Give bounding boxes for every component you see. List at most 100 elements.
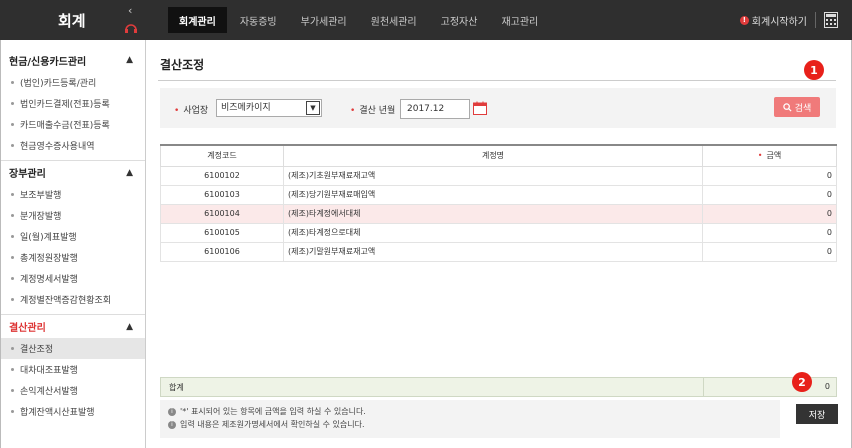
cell-code: 6100103 [160, 184, 284, 205]
period-label: • 결산 년월 [350, 103, 395, 116]
sidebar-item-label: 일(월)계표발행 [20, 233, 77, 243]
start-accounting-link[interactable]: 회계시작하기 [752, 13, 807, 28]
nav-tab-inventory[interactable]: 재고관리 [490, 7, 549, 33]
help-notes: i '*' 표시되어 있는 항목에 금액을 입력 하실 수 있습니다. i 입력 내… [160, 400, 780, 438]
nav-tab-vat[interactable]: 부가세관리 [290, 7, 358, 33]
sidebar-item-label: 계정명세서발행 [20, 275, 78, 285]
sidebar-item[interactable]: 카드매출수금(전표)등록 [1, 114, 145, 135]
cell-amount[interactable]: 0 [702, 203, 837, 224]
cell-code: 6100104 [160, 203, 284, 224]
sidebar-item[interactable]: 합계잔액시산표발행 [1, 401, 145, 422]
table-row[interactable]: 6100105 (제조)타계정으로대체 0 [160, 222, 837, 243]
sidebar-item[interactable]: 분개장발행 [1, 205, 145, 226]
divider [158, 80, 836, 81]
sidebar-item[interactable]: 일(월)계표발행 [1, 226, 145, 247]
headset-icon[interactable] [124, 22, 138, 34]
bullet-icon [11, 214, 14, 217]
bullet-icon [11, 298, 14, 301]
sidebar-item[interactable]: 보조부발행 [1, 184, 145, 205]
sidebar-group-ledger[interactable]: 장부관리 ▲ [1, 160, 145, 184]
info-icon: i [168, 407, 176, 416]
bullet-icon [11, 102, 14, 105]
sidebar-item[interactable]: 계정명세서발행 [1, 268, 145, 289]
column-header-name[interactable]: 계정명 [283, 144, 703, 167]
column-header-amount[interactable]: • 금액 [702, 144, 837, 167]
search-button[interactable]: 검색 [774, 97, 820, 117]
nav-tab-withholding[interactable]: 원천세관리 [360, 7, 428, 33]
sidebar-item-label: (법인)카드등록/관리 [20, 79, 97, 89]
step-badge-1: 1 [804, 60, 824, 80]
required-mark: • [757, 151, 763, 161]
calendar-icon[interactable] [472, 100, 488, 116]
sidebar-item[interactable]: 총계정원장발행 [1, 247, 145, 268]
save-button[interactable]: 저장 [796, 404, 838, 424]
page-title: 결산조정 [160, 58, 205, 72]
sidebar-item-label: 보조부발행 [20, 191, 62, 201]
chevron-up-icon[interactable]: ▲ [126, 322, 133, 332]
sidebar-item-label: 법인카드결제(전표)등록 [20, 100, 110, 110]
sidebar-group-cash-card[interactable]: 현금/신용카드관리 ▲ [1, 48, 145, 72]
cell-name: (제조)타계정으로대체 [283, 222, 703, 243]
business-label-text: 사업장 [183, 106, 209, 116]
table-row[interactable]: 6100103 (제조)당기원부재료매입액 0 [160, 184, 837, 205]
column-header-amount-label: 금액 [766, 151, 782, 161]
main-nav: 회계관리 자동증빙 부가세관리 원천세관리 고정자산 재고관리 [168, 7, 551, 33]
required-mark: • [350, 106, 356, 116]
chevron-down-icon[interactable]: ▼ [306, 101, 320, 115]
table-row[interactable]: 6100106 (제조)기말원부재료재고액 0 [160, 241, 837, 262]
sidebar-item[interactable]: 법인카드결제(전표)등록 [1, 93, 145, 114]
required-mark: • [174, 106, 180, 116]
bullet-icon [11, 144, 14, 147]
search-button-label: 검색 [794, 103, 812, 114]
cell-code: 6100102 [160, 165, 284, 186]
search-panel: • 사업장 비즈메카이지 ▼ • 결산 년월 2017.12 검색 [160, 88, 836, 128]
period-input[interactable]: 2017.12 [400, 99, 470, 119]
top-bar: 회계 ‹ 회계관리 자동증빙 부가세관리 원천세관리 고정자산 재고관리 ! 회… [0, 0, 852, 40]
period-label-text: 결산 년월 [359, 106, 396, 116]
cell-amount[interactable]: 0 [702, 241, 837, 262]
sidebar-item[interactable]: 계정별잔액증감현황조회 [1, 289, 145, 310]
bullet-icon [11, 368, 14, 371]
sidebar-item-active[interactable]: 결산조정 [1, 338, 145, 359]
help-note: i '*' 표시되어 있는 항목에 금액을 입력 하실 수 있습니다. [168, 405, 772, 418]
help-note-text: '*' 표시되어 있는 항목에 금액을 입력 하실 수 있습니다. [180, 407, 366, 416]
account-table: 계정코드 계정명 • 금액 6100102 (제조)기초원부재료재고액 0 610… [160, 144, 837, 262]
cell-code: 6100105 [160, 222, 284, 243]
nav-tab-auto-voucher[interactable]: 자동증빙 [229, 7, 288, 33]
column-header-code[interactable]: 계정코드 [160, 144, 284, 167]
sidebar-item-label: 총계정원장발행 [20, 254, 78, 264]
business-label: • 사업장 [174, 103, 208, 116]
sidebar-item[interactable]: 대차대조표발행 [1, 359, 145, 380]
sidebar-item-label: 결산조정 [20, 345, 54, 355]
sidebar-item-label: 대차대조표발행 [20, 366, 78, 376]
table-row[interactable]: 6100102 (제조)기초원부재료재고액 0 [160, 165, 837, 186]
nav-tab-fixed-assets[interactable]: 고정자산 [430, 7, 489, 33]
search-icon [782, 102, 792, 112]
cell-amount[interactable]: 0 [702, 165, 837, 186]
sidebar-group-closing[interactable]: 결산관리 ▲ [1, 314, 145, 338]
bullet-icon [11, 81, 14, 84]
step-badge-2: 2 [792, 372, 812, 392]
main-content: 결산조정 • 사업장 비즈메카이지 ▼ • 결산 년월 2017.12 검색 1 계… [146, 40, 852, 448]
chevron-left-icon[interactable]: ‹ [128, 4, 132, 17]
sidebar-item[interactable]: 현금영수증사용내역 [1, 135, 145, 156]
total-row: 합계 0 [160, 377, 837, 397]
help-note: i 입력 내용은 제조원가명세서에서 확인하실 수 있습니다. [168, 418, 772, 431]
business-select[interactable]: 비즈메카이지 ▼ [216, 99, 322, 117]
calculator-icon[interactable] [824, 12, 838, 28]
cell-amount[interactable]: 0 [702, 184, 837, 205]
sidebar-item-label: 분개장발행 [20, 212, 62, 222]
nav-tab-accounting[interactable]: 회계관리 [168, 7, 227, 33]
chevron-up-icon[interactable]: ▲ [126, 55, 133, 65]
sidebar-group-label: 현금/신용카드관리 [9, 56, 87, 68]
app-title[interactable]: 회계 [0, 0, 146, 40]
divider [815, 12, 816, 28]
sidebar-item[interactable]: 손익계산서발행 [1, 380, 145, 401]
sidebar-item-label: 계정별잔액증감현황조회 [20, 296, 112, 306]
info-icon: i [168, 420, 176, 429]
sidebar-item[interactable]: (법인)카드등록/관리 [1, 72, 145, 93]
chevron-up-icon[interactable]: ▲ [126, 168, 133, 178]
table-row-selected[interactable]: 6100104 (제조)타계정에서대체 0 [160, 203, 837, 224]
total-label: 합계 [169, 382, 184, 392]
cell-amount[interactable]: 0 [702, 222, 837, 243]
